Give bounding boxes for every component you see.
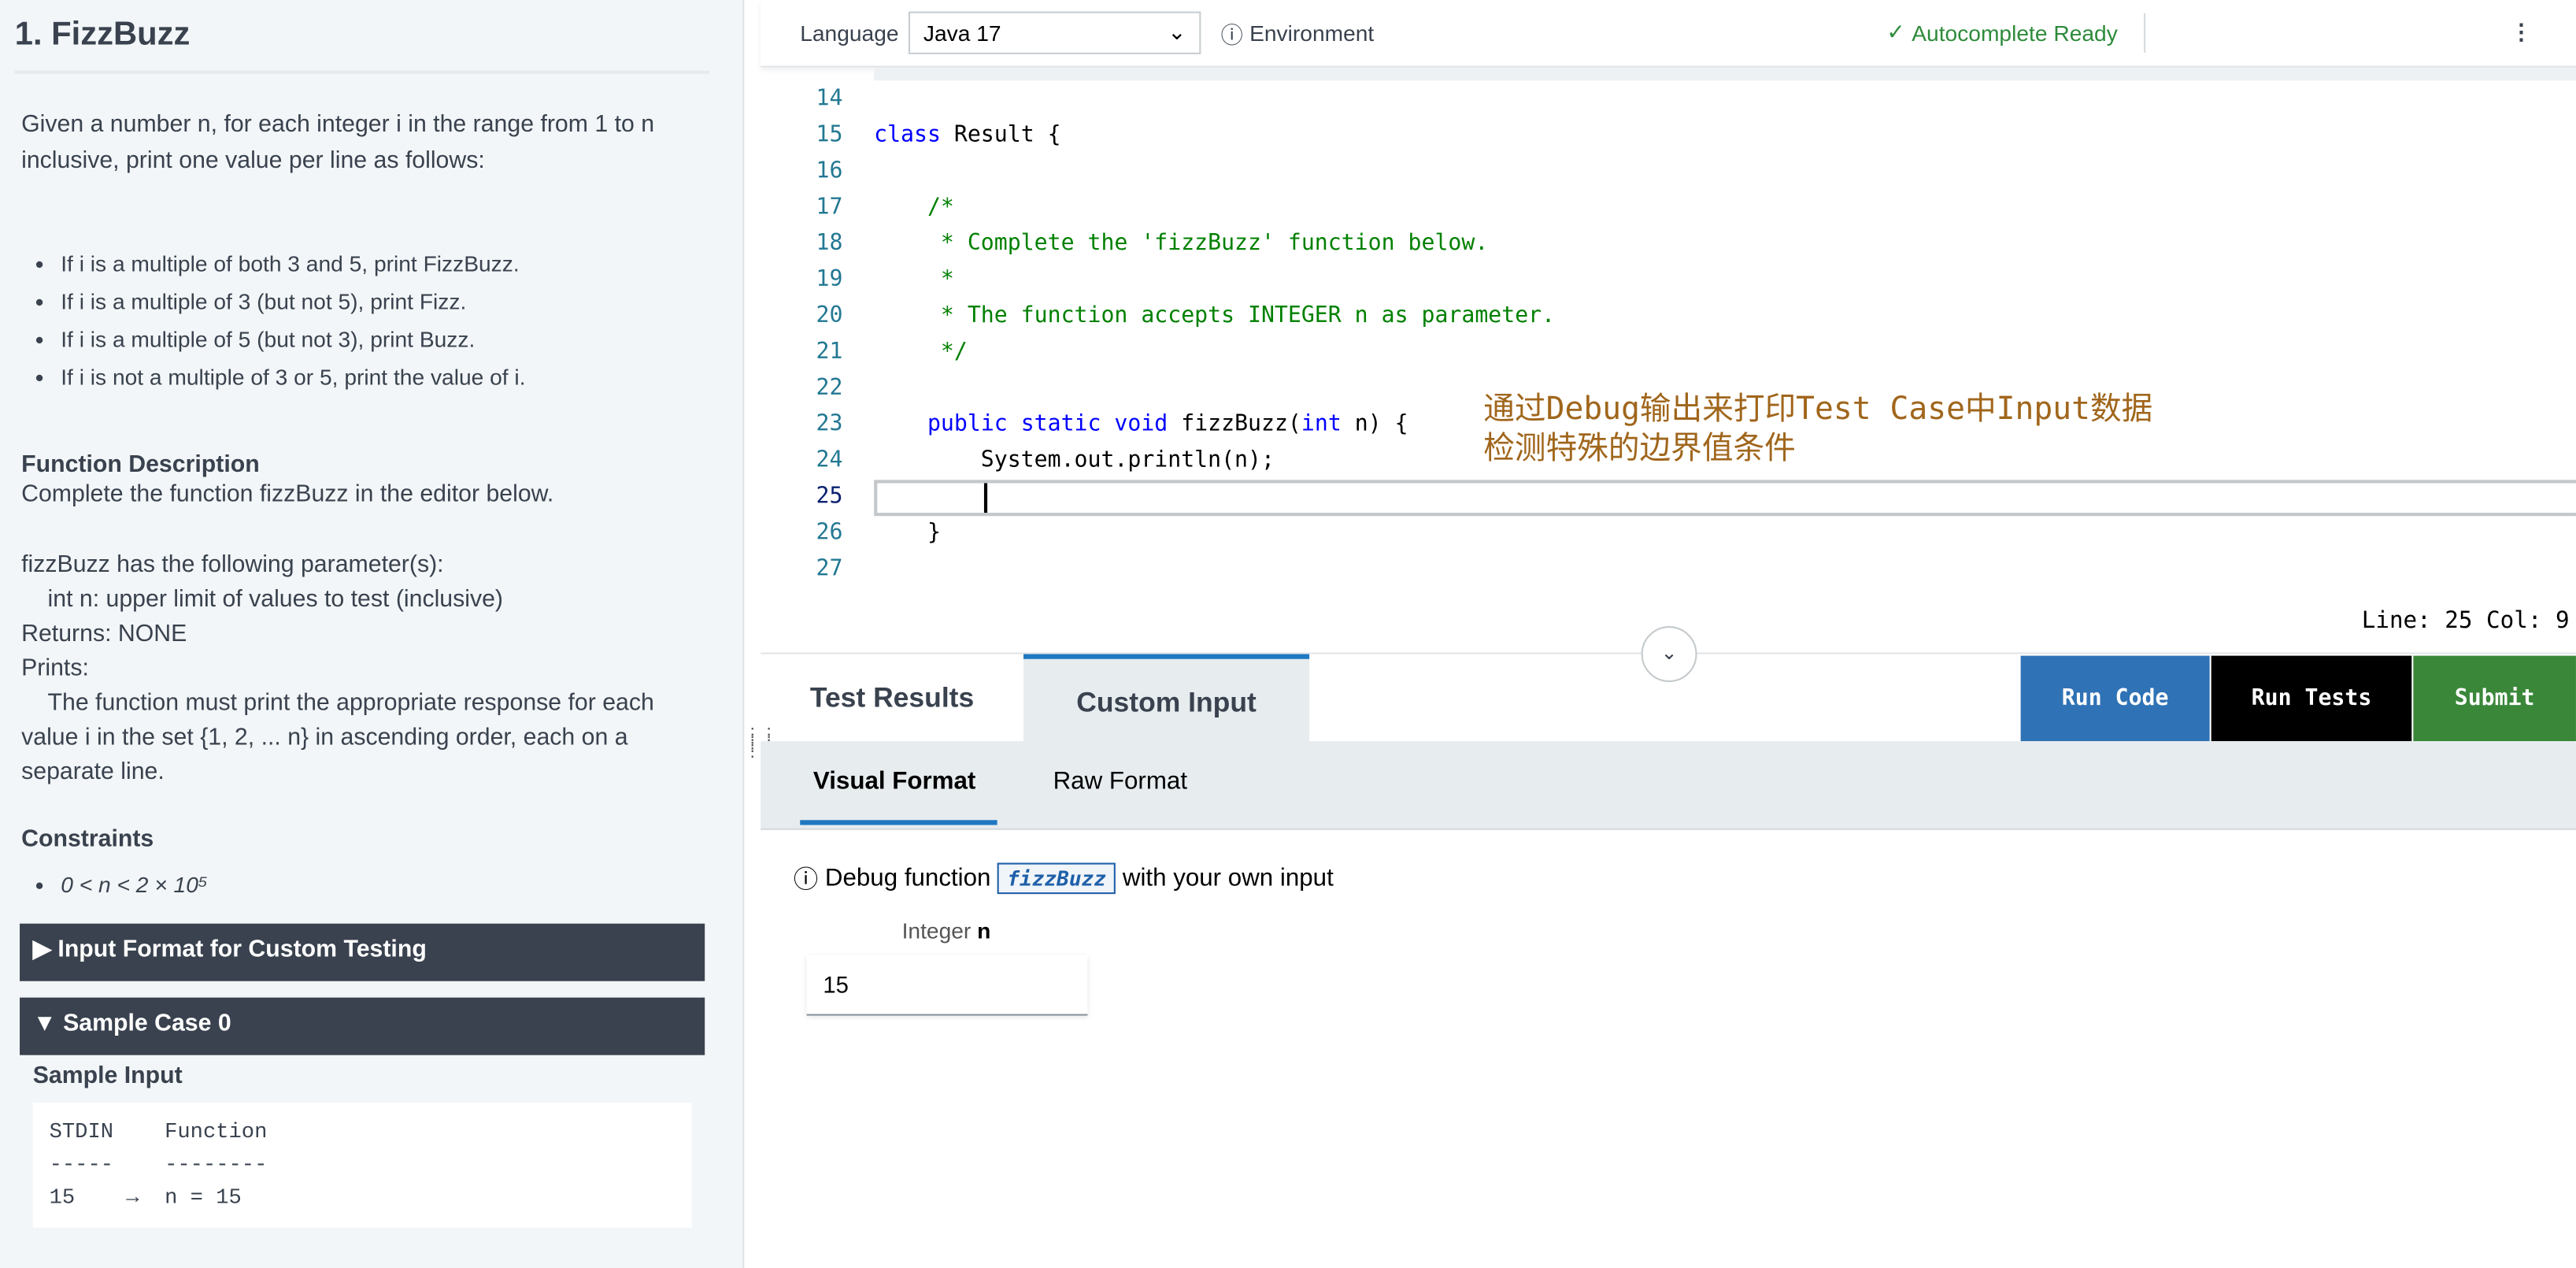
line-number: 19 bbox=[816, 266, 843, 293]
field-type: Integer bbox=[901, 918, 972, 944]
sample-case-toggle[interactable]: ▼ Sample Case 0 bbox=[20, 997, 705, 1055]
line-number: 14 bbox=[816, 85, 843, 112]
divider bbox=[14, 70, 710, 74]
chevron-down-icon: ⌄ bbox=[1168, 20, 1186, 45]
function-description: Complete the function fizzBuzz in the ed… bbox=[21, 481, 554, 508]
code-line: * bbox=[874, 266, 954, 293]
info-icon: ⓘ bbox=[1220, 23, 1243, 48]
autocomplete-status: Autocomplete Ready bbox=[1912, 20, 2118, 46]
rule-item: If i is a multiple of 5 (but not 3), pri… bbox=[61, 321, 742, 358]
integer-n-input[interactable]: 15 bbox=[806, 955, 1088, 1016]
line-number: 15 bbox=[816, 121, 843, 148]
code-line: class Result { bbox=[874, 121, 1061, 148]
line-number: 27 bbox=[816, 555, 843, 582]
rule-item: If i is not a multiple of 3 or 5, print … bbox=[61, 358, 742, 396]
problem-intro: Given a number n, for each integer i in … bbox=[21, 111, 655, 175]
language-select[interactable]: Java 17 ⌄ bbox=[909, 11, 1201, 54]
text-cursor bbox=[983, 483, 988, 514]
annotation-line: 检测特殊的边界值条件 bbox=[1483, 430, 1796, 467]
run-tests-button[interactable]: Run Tests bbox=[2211, 655, 2412, 742]
code-line: public static void fizzBuzz(int n) { bbox=[927, 410, 1408, 438]
format-tabs: Visual Format Raw Format bbox=[761, 741, 2576, 830]
line-number: 26 bbox=[816, 519, 843, 546]
function-name-badge: fizzBuzz bbox=[997, 862, 1116, 895]
input-format-toggle[interactable]: ▶ Input Format for Custom Testing bbox=[20, 923, 705, 981]
annotation: 通过Debug输出来打印Test Case中Input数据 检测特殊的边界值条件 bbox=[1483, 390, 2152, 469]
info-icon: ⓘ bbox=[793, 866, 825, 895]
line-number: 25 bbox=[816, 483, 843, 510]
problem-title: 1. FizzBuzz bbox=[14, 16, 191, 53]
constraints-list: 0 < n < 2 × 10⁵ bbox=[0, 866, 742, 904]
line-number: 21 bbox=[816, 338, 843, 365]
tab-custom-input[interactable]: Custom Input bbox=[1023, 654, 1310, 748]
prints-heading: Prints: bbox=[21, 655, 89, 682]
line-number: 16 bbox=[816, 158, 843, 184]
params-heading: fizzBuzz has the following parameter(s): bbox=[21, 552, 444, 579]
debug-suffix: with your own input bbox=[1122, 864, 1334, 893]
function-description-heading: Function Description bbox=[21, 451, 260, 479]
prints-text: The function must print the appropriate … bbox=[21, 690, 654, 786]
code-line: } bbox=[874, 519, 941, 546]
language-value: Java 17 bbox=[923, 20, 1001, 46]
cursor-position: Line: 25 Col: 9 bbox=[2361, 608, 2570, 635]
run-code-button[interactable]: Run Code bbox=[2020, 655, 2210, 742]
environment-link[interactable]: Environment bbox=[1249, 20, 1374, 45]
code-line: * Complete the 'fizzBuzz' function below… bbox=[874, 230, 1489, 257]
param: int n: upper limit of values to test (in… bbox=[47, 586, 504, 614]
rules-list: If i is a multiple of both 3 and 5, prin… bbox=[0, 245, 742, 396]
code-line: /* bbox=[927, 194, 954, 221]
code-line: * The function accepts INTEGER n as para… bbox=[874, 302, 1556, 329]
current-line-highlight bbox=[874, 480, 2576, 517]
code-line: System.out.println(n); bbox=[874, 447, 1275, 473]
divider bbox=[2144, 13, 2146, 53]
language-label: Language bbox=[800, 20, 899, 46]
tab-visual-format[interactable]: Visual Format bbox=[813, 767, 975, 795]
rule-item: If i is a multiple of both 3 and 5, prin… bbox=[61, 245, 742, 283]
field-var: n bbox=[977, 918, 991, 944]
tab-raw-format[interactable]: Raw Format bbox=[1053, 767, 1187, 795]
more-menu-icon[interactable]: ⋮ bbox=[2511, 20, 2533, 46]
line-number: 23 bbox=[816, 410, 843, 438]
debug-hint: ⓘ Debug function fizzBuzz with your own … bbox=[794, 861, 1334, 895]
problem-panel: 1. FizzBuzz Given a number n, for each i… bbox=[0, 0, 745, 1268]
submit-button[interactable]: Submit bbox=[2413, 655, 2576, 742]
line-number: 17 bbox=[816, 194, 843, 221]
resize-handle[interactable]: ⋮⋮⋮⋮⋮⋮ bbox=[744, 727, 777, 760]
active-tab-indicator bbox=[800, 820, 997, 825]
scroll-shade bbox=[874, 67, 2576, 81]
debug-prefix: Debug function bbox=[824, 864, 991, 893]
field-label: Integer n bbox=[902, 918, 991, 943]
line-number: 22 bbox=[816, 374, 843, 402]
line-number: 20 bbox=[816, 302, 843, 329]
constraint: 0 < n < 2 × 10⁵ bbox=[61, 866, 742, 904]
code-line: */ bbox=[874, 338, 968, 365]
returns: Returns: NONE bbox=[21, 621, 187, 648]
sample-input-heading: Sample Input bbox=[32, 1063, 183, 1090]
tab-test-results[interactable]: Test Results bbox=[761, 654, 1023, 743]
collapse-chevron-icon[interactable]: ⌄ bbox=[1641, 626, 1697, 682]
rule-item: If i is a multiple of 3 (but not 5), pri… bbox=[61, 283, 742, 321]
annotation-line: 通过Debug输出来打印Test Case中Input数据 bbox=[1483, 391, 2153, 428]
check-icon: ✓ bbox=[1886, 20, 1905, 45]
editor-toolbar: Language Java 17 ⌄ ⓘ Environment ✓ Autoco… bbox=[761, 0, 2576, 68]
line-number: 18 bbox=[816, 230, 843, 257]
constraints-heading: Constraints bbox=[21, 826, 154, 853]
code-editor[interactable]: 14 15 class Result { 16 17 /* 18 * Complete t… bbox=[761, 67, 2576, 606]
line-number: 24 bbox=[816, 447, 843, 473]
sample-input-code: STDIN Function ----- -------- 15 → n = 1… bbox=[32, 1103, 692, 1228]
